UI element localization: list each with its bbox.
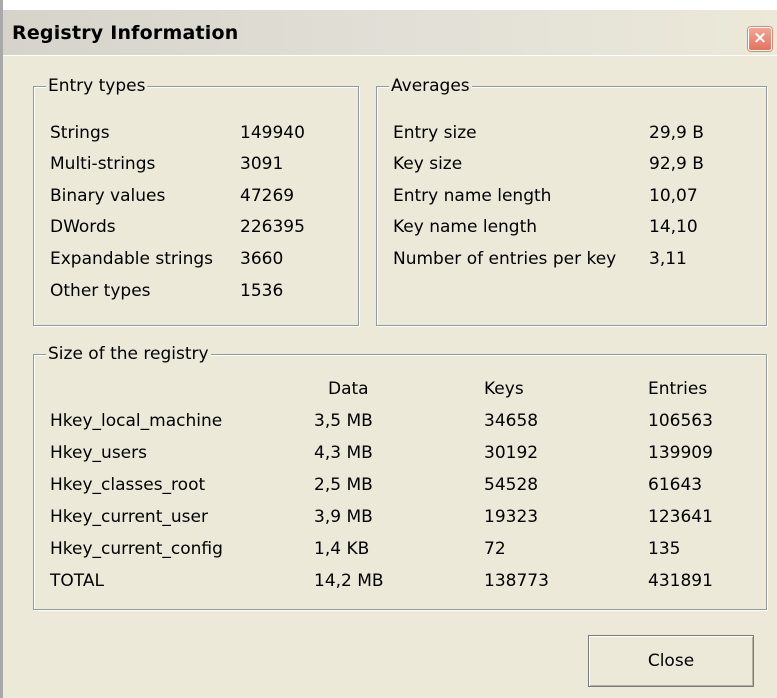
average-value: 3,11 [649, 249, 687, 269]
averages-group: Averages Entry size 29,9 B Key size 92,9… [376, 76, 767, 326]
average-value: 10,07 [649, 186, 698, 206]
hive-entries: 106563 [648, 411, 713, 431]
entry-types-group: Entry types Strings 149940 Multi-strings… [33, 76, 359, 326]
hive-data: 3,5 MB [314, 411, 373, 431]
total-data: 14,2 MB [314, 571, 384, 591]
entry-type-value: 1536 [240, 281, 284, 301]
title-bar[interactable]: Registry Information × [3, 10, 777, 56]
hive-keys: 72 [484, 539, 506, 559]
average-value: 29,9 B [649, 123, 704, 143]
close-button[interactable]: Close [588, 635, 754, 687]
registry-info-dialog: Registry Information × Entry types Strin… [0, 0, 777, 698]
average-label: Key name length [393, 217, 538, 237]
hive-entries: 61643 [648, 475, 703, 495]
column-header-data: Data [328, 379, 369, 399]
average-label: Number of entries per key [393, 249, 617, 269]
entry-type-value: 3660 [240, 249, 284, 269]
average-label: Entry name length [393, 186, 552, 206]
averages-title: Averages [389, 76, 472, 96]
column-header-entries: Entries [648, 379, 708, 399]
close-icon[interactable]: × [748, 27, 772, 51]
dialog-title: Registry Information [12, 22, 239, 44]
hive-data: 4,3 MB [314, 443, 373, 463]
entry-type-label: Strings [50, 123, 110, 143]
total-label: TOTAL [50, 571, 104, 591]
hive-name: Hkey_local_machine [50, 411, 223, 431]
hive-data: 1,4 KB [314, 539, 370, 559]
hive-data: 3,9 MB [314, 507, 373, 527]
hive-name: Hkey_users [50, 443, 147, 463]
total-entries: 431891 [648, 571, 713, 591]
entry-type-label: Multi-strings [50, 154, 156, 174]
hive-entries: 139909 [648, 443, 713, 463]
average-value: 14,10 [649, 217, 698, 237]
hive-entries: 135 [648, 539, 681, 559]
hive-name: Hkey_current_config [50, 539, 223, 559]
hive-keys: 34658 [484, 411, 539, 431]
entry-type-label: Binary values [50, 186, 166, 206]
entry-type-value: 3091 [240, 154, 284, 174]
registry-size-group: Size of the registry Data Keys Entries H… [33, 344, 767, 610]
total-keys: 138773 [484, 571, 549, 591]
average-label: Entry size [393, 123, 477, 143]
hive-data: 2,5 MB [314, 475, 373, 495]
average-value: 92,9 B [649, 154, 704, 174]
column-header-keys: Keys [484, 379, 524, 399]
hive-name: Hkey_classes_root [50, 475, 206, 495]
hive-keys: 19323 [484, 507, 539, 527]
entry-types-title: Entry types [46, 76, 148, 96]
hive-name: Hkey_current_user [50, 507, 208, 527]
entry-type-label: Other types [50, 281, 151, 301]
hive-keys: 30192 [484, 443, 539, 463]
entry-type-label: Expandable strings [50, 249, 214, 269]
entry-type-value: 226395 [240, 217, 305, 237]
top-strip [3, 0, 777, 10]
entry-type-value: 47269 [240, 186, 295, 206]
hive-entries: 123641 [648, 507, 713, 527]
registry-size-title: Size of the registry [46, 344, 211, 364]
average-label: Key size [393, 154, 463, 174]
entry-type-label: DWords [50, 217, 116, 237]
entry-type-value: 149940 [240, 123, 305, 143]
hive-keys: 54528 [484, 475, 539, 495]
